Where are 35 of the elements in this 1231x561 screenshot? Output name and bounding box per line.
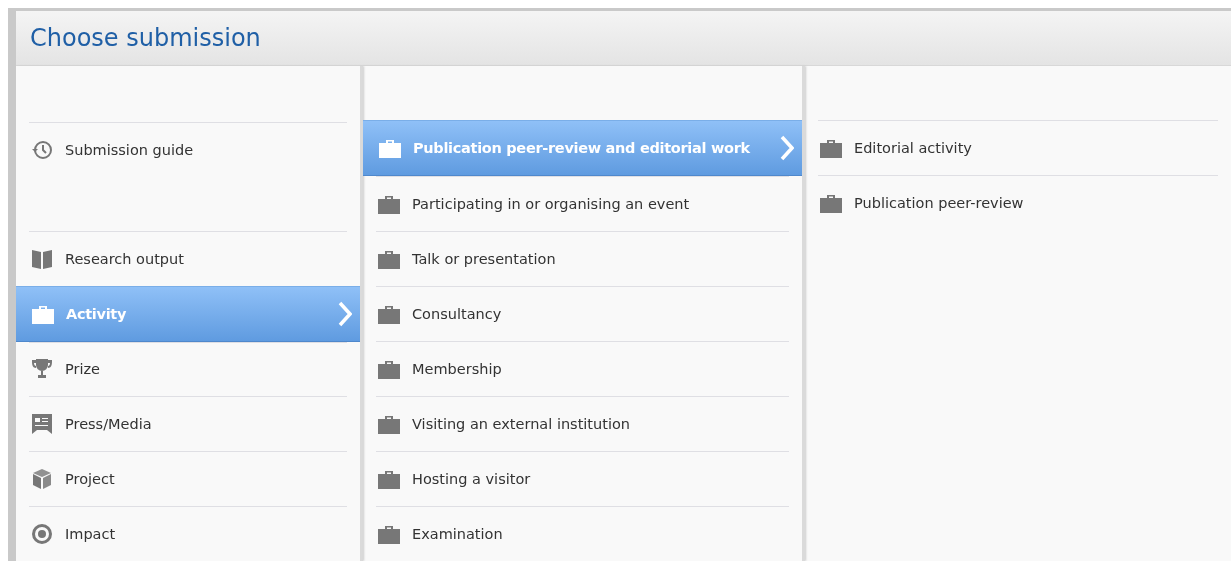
- category-item[interactable]: Submission guide: [29, 122, 347, 177]
- activity-type-item[interactable]: Membership: [376, 341, 789, 396]
- briefcase-icon: [378, 304, 400, 324]
- activity-type-item[interactable]: Visiting an external institution: [376, 396, 789, 451]
- briefcase-icon: [378, 359, 400, 379]
- activity-type-item[interactable]: Examination: [376, 506, 789, 561]
- activity-type-item[interactable]: Participating in or organising an event: [376, 176, 789, 231]
- chevron-right-icon: [338, 300, 352, 327]
- book-icon: [31, 247, 53, 270]
- briefcase-icon: [378, 524, 400, 544]
- briefcase-icon: [820, 193, 842, 213]
- chevron-right-icon: [780, 135, 794, 161]
- activity-type-item[interactable]: Talk or presentation: [376, 231, 789, 286]
- category-item[interactable]: Research output: [29, 230, 347, 286]
- briefcase-icon: [32, 303, 54, 324]
- briefcase-icon: [820, 138, 842, 158]
- category-item[interactable]: Impact: [29, 506, 347, 561]
- briefcase-icon: [378, 414, 400, 434]
- target-icon: [31, 523, 53, 546]
- cube-icon: [31, 468, 53, 491]
- briefcase-icon: [378, 194, 400, 214]
- window-title: Choose submission: [30, 24, 261, 52]
- subtype-item[interactable]: Publication peer-review: [818, 175, 1218, 230]
- category-item[interactable]: Project: [29, 451, 347, 507]
- category-item[interactable]: Press/Media: [29, 396, 347, 452]
- activity-type-item[interactable]: Hosting a visitor: [376, 451, 789, 506]
- clock-icon: [31, 138, 53, 161]
- subtype-item[interactable]: Editorial activity: [818, 120, 1218, 175]
- briefcase-icon: [379, 138, 401, 158]
- activity-type-item[interactable]: Consultancy: [376, 286, 789, 341]
- briefcase-icon: [378, 469, 400, 489]
- category-item[interactable]: Prize: [29, 341, 347, 397]
- newspaper-icon: [31, 413, 53, 436]
- briefcase-icon: [378, 249, 400, 269]
- trophy-icon: [31, 358, 53, 381]
